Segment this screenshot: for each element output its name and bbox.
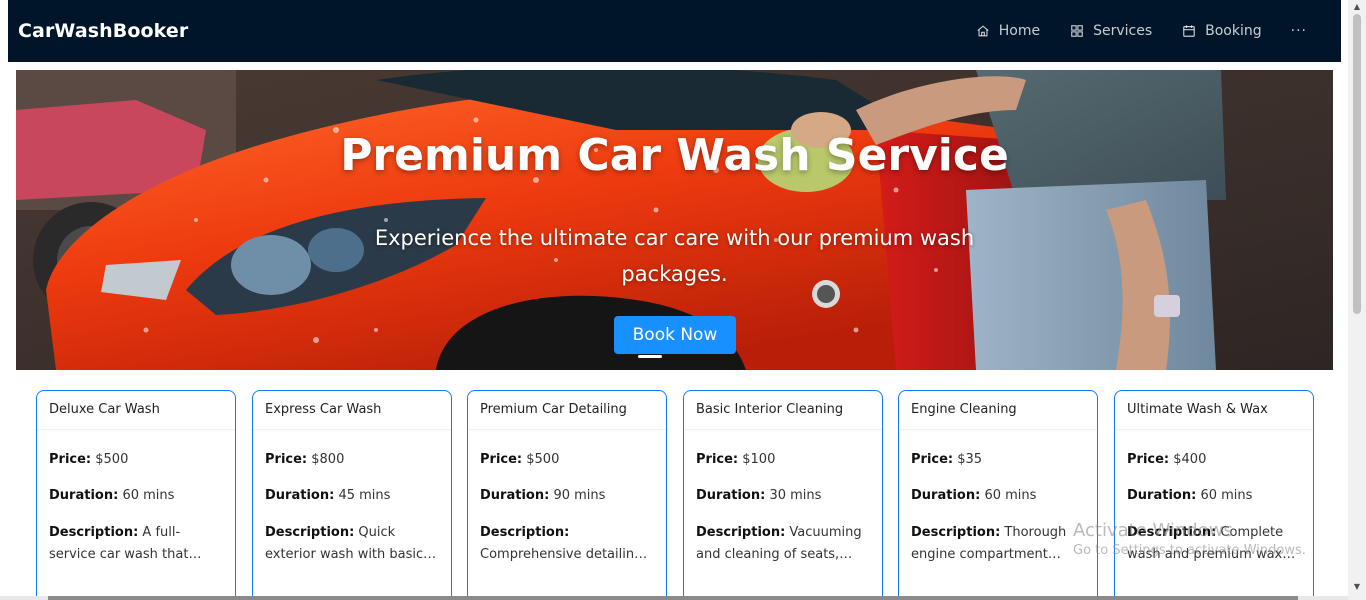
description-value: Comprehensive detailing for interior and…	[480, 547, 643, 562]
grid-icon	[1071, 25, 1083, 37]
card-title: Basic Interior Cleaning	[684, 391, 882, 430]
service-cards: Deluxe Car Wash Price: $500 Duration: 60…	[36, 390, 1316, 600]
card-duration: Duration: 60 mins	[49, 486, 223, 505]
description-label: Description:	[696, 525, 786, 540]
scroll-up-icon[interactable]: ▲	[1352, 2, 1362, 12]
service-card[interactable]: Deluxe Car Wash Price: $500 Duration: 60…	[36, 390, 236, 600]
price-value: $500	[526, 452, 560, 467]
more-menu-icon[interactable]: ···	[1277, 23, 1321, 39]
card-description: Description: Thorough engine compartment…	[911, 522, 1085, 566]
card-title: Engine Cleaning	[899, 391, 1097, 430]
card-description: Description: Comprehensive detailing for…	[480, 522, 654, 566]
hero-subtitle: Experience the ultimate car care with ou…	[374, 226, 975, 286]
carousel-dot[interactable]	[638, 355, 662, 358]
page: CarWashBooker Home Services Booking ···	[0, 0, 1366, 600]
card-description: Description: Quick exterior wash with ba…	[265, 522, 439, 566]
duration-label: Duration:	[911, 488, 981, 503]
activation-watermark: Activate Windows Go to Settings to activ…	[1073, 520, 1306, 558]
duration-value: 60 mins	[122, 488, 175, 503]
duration-label: Duration:	[1127, 488, 1197, 503]
service-card[interactable]: Engine Cleaning Price: $35 Duration: 60 …	[898, 390, 1098, 600]
card-price: Price: $35	[911, 450, 1085, 469]
price-label: Price:	[480, 452, 523, 467]
card-duration: Duration: 45 mins	[265, 486, 439, 505]
scrollbar-thumb[interactable]	[1353, 14, 1361, 314]
duration-value: 60 mins	[1200, 488, 1253, 503]
duration-label: Duration:	[49, 488, 119, 503]
duration-value: 60 mins	[984, 488, 1037, 503]
card-body: Price: $35 Duration: 60 mins Description…	[899, 430, 1097, 566]
scroll-down-icon[interactable]: ▼	[1352, 582, 1362, 592]
duration-value: 45 mins	[338, 488, 391, 503]
card-duration: Duration: 30 mins	[696, 486, 870, 505]
description-label: Description:	[49, 525, 139, 540]
nav-label-home: Home	[998, 23, 1041, 39]
brand-logo[interactable]: CarWashBooker	[18, 20, 188, 42]
card-duration: Duration: 60 mins	[911, 486, 1085, 505]
card-title: Premium Car Detailing	[468, 391, 666, 430]
price-value: $800	[311, 452, 345, 467]
duration-label: Duration:	[265, 488, 335, 503]
card-duration: Duration: 90 mins	[480, 486, 654, 505]
nav-item-booking[interactable]: Booking	[1167, 0, 1277, 62]
card-body: Price: $100 Duration: 30 mins Descriptio…	[684, 430, 882, 566]
card-body: Price: $500 Duration: 60 mins Descriptio…	[37, 430, 235, 566]
card-body: Price: $500 Duration: 90 mins Descriptio…	[468, 430, 666, 566]
calendar-icon	[1183, 25, 1195, 37]
card-price: Price: $800	[265, 450, 439, 469]
service-card[interactable]: Express Car Wash Price: $800 Duration: 4…	[252, 390, 452, 600]
price-value: $35	[957, 452, 983, 467]
duration-value: 90 mins	[553, 488, 606, 503]
nav-item-services[interactable]: Services	[1055, 0, 1167, 62]
card-title: Express Car Wash	[253, 391, 451, 430]
card-price: Price: $400	[1127, 450, 1301, 469]
nav-label-booking: Booking	[1205, 23, 1262, 39]
price-label: Price:	[49, 452, 92, 467]
main-nav: Home Services Booking ···	[961, 0, 1321, 62]
duration-label: Duration:	[696, 488, 766, 503]
navbar: CarWashBooker Home Services Booking ···	[8, 0, 1341, 62]
book-now-button[interactable]: Book Now	[614, 316, 736, 354]
hero-banner: Premium Car Wash Service Experience the …	[16, 70, 1333, 370]
card-description: Description: Vacuuming and cleaning of s…	[696, 522, 870, 566]
duration-value: 30 mins	[769, 488, 822, 503]
card-price: Price: $500	[480, 450, 654, 469]
card-price: Price: $100	[696, 450, 870, 469]
hero-content: Premium Car Wash Service Experience the …	[16, 70, 1333, 370]
service-card[interactable]: Premium Car Detailing Price: $500 Durati…	[467, 390, 667, 600]
price-label: Price:	[265, 452, 308, 467]
home-icon	[977, 25, 989, 37]
card-body: Price: $800 Duration: 45 mins Descriptio…	[253, 430, 451, 566]
description-label: Description:	[911, 525, 1001, 540]
nav-label-services: Services	[1093, 23, 1153, 39]
card-duration: Duration: 60 mins	[1127, 486, 1301, 505]
price-label: Price:	[1127, 452, 1170, 467]
card-description: Description: A full-service car wash tha…	[49, 522, 223, 566]
card-price: Price: $500	[49, 450, 223, 469]
service-card[interactable]: Basic Interior Cleaning Price: $100 Dura…	[683, 390, 883, 600]
duration-label: Duration:	[480, 488, 550, 503]
description-label: Description:	[480, 525, 570, 540]
hero-title: Premium Car Wash Service	[340, 130, 1009, 181]
card-title: Deluxe Car Wash	[37, 391, 235, 430]
price-label: Price:	[696, 452, 739, 467]
nav-item-home[interactable]: Home	[961, 0, 1055, 62]
card-title: Ultimate Wash & Wax	[1115, 391, 1313, 430]
watermark-title: Activate Windows	[1073, 520, 1233, 541]
price-value: $500	[95, 452, 129, 467]
price-label: Price:	[911, 452, 954, 467]
horizontal-scrollbar-thumb[interactable]	[48, 596, 1298, 600]
description-label: Description:	[265, 525, 355, 540]
service-card[interactable]: Ultimate Wash & Wax Price: $400 Duration…	[1114, 390, 1314, 600]
price-value: $100	[742, 452, 776, 467]
price-value: $400	[1173, 452, 1207, 467]
watermark-subtitle: Go to Settings to activate Windows.	[1073, 543, 1306, 558]
